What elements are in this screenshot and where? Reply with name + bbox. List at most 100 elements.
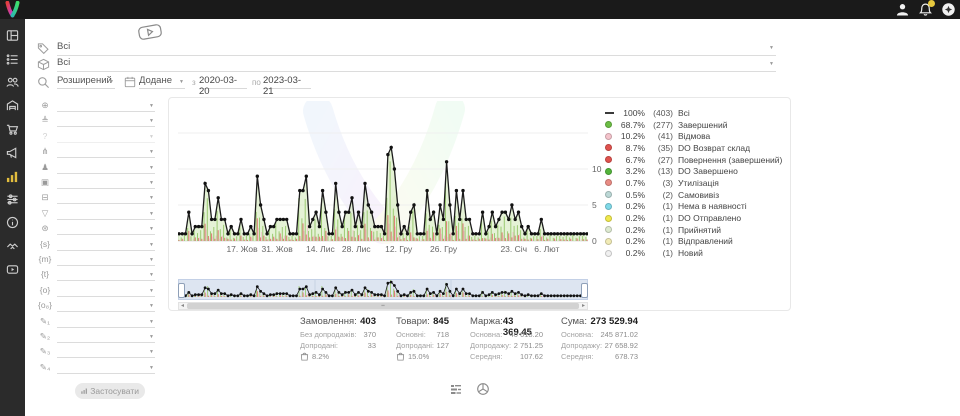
- scroll-left-icon[interactable]: ◂: [181, 302, 184, 310]
- filter-var-m-select[interactable]: ▼: [57, 253, 155, 266]
- chevron-down-icon: ▼: [149, 118, 154, 124]
- filter-source-select[interactable]: ▼: [57, 99, 155, 112]
- filter-var-t-select[interactable]: ▼: [57, 268, 155, 281]
- filter-product-value: Всі: [57, 57, 70, 68]
- sidebar-item-analytics[interactable]: [0, 164, 25, 187]
- filter-var-o-select[interactable]: ▼: [57, 284, 155, 297]
- purchases-icon: [6, 123, 19, 136]
- sidebar-item-info[interactable]: [0, 211, 25, 234]
- filter-var-m-row: {m} ▼: [25, 253, 165, 268]
- legend-item[interactable]: 0.2%(1)DO Отправлено: [605, 212, 782, 224]
- filter-custom-4-select[interactable]: ▼: [57, 361, 155, 374]
- filter-input-product[interactable]: Всі ▼: [57, 57, 776, 72]
- sidebar-item-marketing[interactable]: [0, 141, 25, 164]
- user-icon[interactable]: [895, 2, 910, 17]
- calendar-icon[interactable]: [124, 76, 136, 88]
- marketing-icon: [6, 146, 19, 159]
- legend-item[interactable]: 0.2%(1)Прийнятий: [605, 224, 782, 236]
- bar-chart-icon: [81, 387, 87, 395]
- legend-item[interactable]: 10.2%(41)Відмова: [605, 130, 782, 142]
- x-tick: 26. Гру: [422, 244, 466, 254]
- avatar-icon[interactable]: [941, 2, 956, 17]
- filter-custom-4-row: ✎₄ ▼: [25, 361, 165, 376]
- legend-item[interactable]: 6.7%(27)Повернення (завершений): [605, 154, 782, 166]
- chevron-down-icon[interactable]: ▼: [769, 61, 774, 67]
- legend-item[interactable]: 3.2%(13)DO Завершено: [605, 165, 782, 177]
- navigator-left-handle[interactable]: [178, 283, 185, 298]
- sidebar-item-settings[interactable]: [0, 188, 25, 211]
- legend-item[interactable]: 68.7%(277)Завершений: [605, 119, 782, 131]
- legend-dot-marker: [605, 215, 618, 222]
- chart-navigator[interactable]: [178, 279, 588, 300]
- filter-help-select[interactable]: ▼: [57, 130, 155, 143]
- filter-var-m-icon: {m}: [37, 254, 53, 264]
- sidebar-item-purchases[interactable]: [0, 118, 25, 141]
- date-from-input[interactable]: 2020-03-20: [199, 75, 247, 89]
- legend-item[interactable]: 0.5%(2)Самовивіз: [605, 189, 782, 201]
- filter-input-status[interactable]: Всі ▼: [57, 41, 776, 56]
- chevron-down-icon: ▼: [149, 226, 154, 232]
- filter-status-select[interactable]: ▼: [57, 114, 155, 127]
- legend-item[interactable]: 8.7%(35)DO Возврат склад: [605, 142, 782, 154]
- orders-chart-card: 0510 17. Жов31. Жов14. Лис28. Лис12. Гру…: [168, 97, 791, 311]
- filter-status-value: Всі: [57, 41, 70, 52]
- filter-help-icon: ?: [37, 131, 53, 141]
- notifications-bell-icon[interactable]: [918, 2, 933, 17]
- filter-var-s-select[interactable]: ▼: [57, 238, 155, 251]
- search-mode-select[interactable]: Розширений ▼: [57, 75, 115, 89]
- filter-payment-select[interactable]: ▼: [57, 191, 155, 204]
- filter-custom-1-select[interactable]: ▼: [57, 315, 155, 328]
- x-tick: 12. Гру: [377, 244, 421, 254]
- sidebar-item-video[interactable]: [0, 258, 25, 281]
- apply-button[interactable]: Застосувати: [75, 383, 145, 399]
- list-view-icon[interactable]: [449, 382, 463, 396]
- video-icon: [6, 263, 19, 276]
- sidebar-item-orders-list[interactable]: [0, 47, 25, 70]
- legend-item[interactable]: 100%(403)Всі: [605, 107, 782, 119]
- filter-var-o-row: {o}▼: [25, 284, 165, 299]
- date-field-select[interactable]: Додане ▼: [139, 75, 185, 89]
- navigator-right-handle[interactable]: [581, 283, 588, 298]
- chevron-down-icon[interactable]: ▼: [769, 45, 774, 51]
- chevron-down-icon: ▼: [149, 349, 154, 355]
- app-logo-icon[interactable]: [4, 1, 21, 18]
- legend-item[interactable]: 0.7%(3)Утилізація: [605, 177, 782, 189]
- filter-custom-2-select[interactable]: ▼: [57, 330, 155, 343]
- cart-icon: [396, 352, 405, 361]
- screen-share-icon[interactable]: [136, 22, 164, 42]
- chart-scrollbar[interactable]: ◂ ▪▪ ▸: [178, 302, 588, 310]
- stat-sub-row: Допродані:33: [300, 340, 376, 351]
- legend-item[interactable]: 0.2%(1)Новий: [605, 247, 782, 259]
- chevron-down-icon: ▼: [149, 134, 154, 140]
- filter-var-ob-icon: {o₈}: [37, 300, 53, 310]
- search-icon[interactable]: [37, 76, 50, 89]
- chevron-down-icon: ▼: [149, 103, 154, 109]
- filter-custom-4-icon: ✎₄: [37, 362, 53, 373]
- legend-item[interactable]: 0.2%(1)Відправлений: [605, 236, 782, 248]
- filter-region-icon: ⊛: [37, 223, 53, 234]
- x-tick: 31. Жов: [255, 244, 299, 254]
- filter-structure-icon: ⋔: [37, 146, 53, 157]
- scrollbar-thumb[interactable]: ▪▪: [187, 303, 579, 309]
- filter-payment-icon: ⊟: [37, 192, 53, 203]
- filter-structure-select[interactable]: ▼: [57, 145, 155, 158]
- filter-region-select[interactable]: ▼: [57, 222, 155, 235]
- filter-var-ob-select[interactable]: ▼: [57, 299, 155, 312]
- date-to-input[interactable]: 2023-03-21: [263, 75, 311, 89]
- stat-title: Замовлення:403: [300, 316, 376, 329]
- sidebar-item-dashboard[interactable]: [0, 24, 25, 47]
- chevron-down-icon: ▼: [149, 334, 154, 340]
- filter-custom-3-select[interactable]: ▼: [57, 345, 155, 358]
- scroll-right-icon[interactable]: ▸: [582, 302, 585, 310]
- navigator-chart: [179, 280, 587, 299]
- filter-funnel-select[interactable]: ▼: [57, 207, 155, 220]
- sidebar-item-customers[interactable]: [0, 71, 25, 94]
- pie-view-icon[interactable]: [476, 382, 490, 396]
- sidebar-item-warehouse[interactable]: [0, 94, 25, 117]
- legend-dot-marker: [605, 156, 618, 163]
- sidebar-item-partners[interactable]: [0, 235, 25, 258]
- filter-product-select[interactable]: ▼: [57, 176, 155, 189]
- chevron-down-icon: ▼: [149, 149, 154, 155]
- filter-manager-select[interactable]: ▼: [57, 161, 155, 174]
- legend-item[interactable]: 0.2%(1)Нема в наявності: [605, 201, 782, 213]
